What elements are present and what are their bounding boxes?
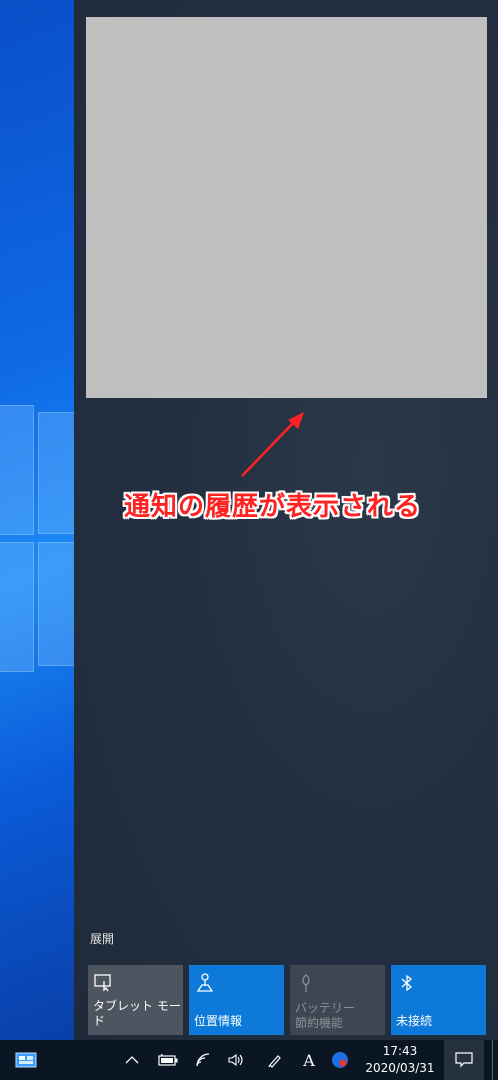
tray-app-icon: [332, 1052, 348, 1068]
ime-icon: A: [303, 1050, 315, 1070]
wifi-icon: [196, 1053, 210, 1067]
battery-button[interactable]: [155, 1040, 181, 1080]
bluetooth-label: 未接続: [396, 1014, 433, 1028]
action-center-button[interactable]: [444, 1040, 484, 1080]
show-desktop-button[interactable]: [492, 1040, 498, 1080]
battery-saver-label: バッテリー 節約機能: [295, 1001, 356, 1030]
bluetooth-icon: [401, 974, 413, 992]
clock-date: 2020/03/31: [365, 1061, 435, 1075]
location-icon: [196, 973, 214, 992]
ime-button[interactable]: A: [298, 1040, 320, 1080]
taskbar: A 17:43 2020/03/31: [0, 1040, 498, 1080]
location-tile[interactable]: 位置情報: [189, 965, 284, 1035]
clock-time: 17:43: [382, 1044, 418, 1058]
wallpaper-window-pane: [0, 405, 34, 535]
battery-icon: [158, 1054, 178, 1066]
pen-workspace-button[interactable]: [263, 1040, 287, 1080]
quick-actions: タブレット モード 位置情報 バッテリー 節約機能 未接続: [88, 965, 486, 1035]
wallpaper-window-pane: [0, 542, 34, 672]
location-label: 位置情報: [194, 1014, 243, 1028]
pen-icon: [268, 1055, 281, 1068]
volume-icon: [228, 1053, 243, 1067]
taskbar-app-button[interactable]: [10, 1040, 42, 1080]
show-hidden-icons-button[interactable]: [120, 1040, 144, 1080]
bluetooth-tile[interactable]: 未接続: [391, 965, 486, 1035]
battery-saver-tile[interactable]: バッテリー 節約機能: [290, 965, 385, 1035]
annotation-arrow: [241, 412, 304, 477]
notification-history-area: [86, 17, 487, 398]
battery-saver-icon: [302, 974, 310, 992]
wallpaper-window-pane: [38, 542, 74, 666]
desktop-wallpaper: [0, 0, 74, 1040]
notification-icon: [455, 1052, 473, 1068]
wallpaper-window-pane: [38, 412, 74, 534]
action-center-panel: 展開 タブレット モード 位置情報 バッテリー 節約機能 未接続 通知の履歴が表…: [74, 0, 498, 1040]
tablet-mode-icon: [94, 974, 111, 992]
taskbar-clock[interactable]: 17:43 2020/03/31: [360, 1040, 440, 1080]
network-button[interactable]: [192, 1040, 216, 1080]
tablet-mode-label: タブレット モード: [93, 999, 181, 1028]
app-icon: [15, 1052, 37, 1068]
tablet-mode-tile[interactable]: タブレット モード: [88, 965, 183, 1035]
annotation-label: 通知の履歴が表示される: [124, 492, 422, 522]
volume-button[interactable]: [224, 1040, 248, 1080]
expand-link[interactable]: 展開: [90, 930, 114, 947]
chevron-up-icon: [125, 1056, 139, 1064]
tray-app-button[interactable]: [328, 1040, 352, 1080]
